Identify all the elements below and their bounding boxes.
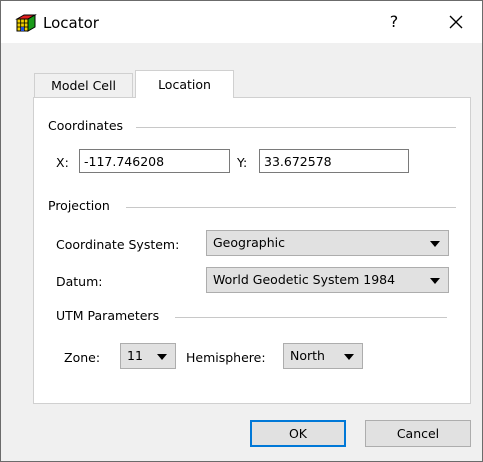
dropdown-arrow-icon xyxy=(344,354,354,360)
help-button[interactable]: ? xyxy=(379,10,409,34)
projection-divider xyxy=(126,207,456,208)
y-label: Y: xyxy=(237,155,248,170)
dropdown-arrow-icon xyxy=(157,354,167,360)
cancel-button[interactable]: Cancel xyxy=(365,420,471,447)
utm-parameters-group-label: UTM Parameters xyxy=(56,308,160,323)
coordinates-group-label: Coordinates xyxy=(48,118,124,133)
zone-value: 11 xyxy=(127,348,143,363)
location-panel: Coordinates X: -117.746208 Y: 33.672578 … xyxy=(33,97,471,404)
datum-label: Datum: xyxy=(56,274,103,289)
utm-divider xyxy=(175,317,447,318)
projection-group-label: Projection xyxy=(48,198,110,213)
app-cube-icon xyxy=(15,14,37,32)
datum-dropdown[interactable]: World Geodetic System 1984 xyxy=(206,267,449,293)
title-bar: Locator ? xyxy=(1,1,482,43)
datum-value: World Geodetic System 1984 xyxy=(213,272,396,287)
zone-label: Zone: xyxy=(64,350,101,365)
dropdown-arrow-icon xyxy=(430,278,440,284)
x-coordinate-input[interactable]: -117.746208 xyxy=(79,149,230,173)
dropdown-arrow-icon xyxy=(430,241,440,247)
x-label: X: xyxy=(56,155,69,170)
coordinates-divider xyxy=(136,127,456,128)
zone-dropdown[interactable]: 11 xyxy=(120,343,176,369)
close-icon xyxy=(449,15,463,29)
locator-dialog: Locator ? Model Cell Coordinates X: -117… xyxy=(0,0,483,462)
hemisphere-value: North xyxy=(290,348,325,363)
coordinate-system-label: Coordinate System: xyxy=(56,237,180,252)
coordinate-system-value: Geographic xyxy=(213,235,285,250)
y-coordinate-input[interactable]: 33.672578 xyxy=(259,149,409,173)
tab-location[interactable]: Location xyxy=(135,70,234,98)
ok-button[interactable]: OK xyxy=(250,420,346,447)
hemisphere-dropdown[interactable]: North xyxy=(283,343,363,369)
tab-model-cell[interactable]: Model Cell xyxy=(34,73,133,98)
close-button[interactable] xyxy=(441,9,471,35)
hemisphere-label: Hemisphere: xyxy=(186,350,266,365)
coordinate-system-dropdown[interactable]: Geographic xyxy=(206,230,449,256)
window-title: Locator xyxy=(43,14,99,32)
